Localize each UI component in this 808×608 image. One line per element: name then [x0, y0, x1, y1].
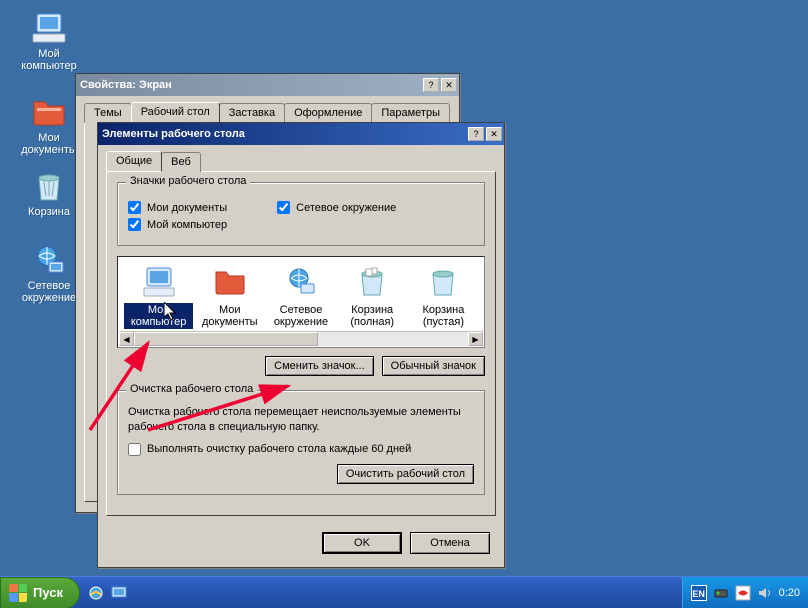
close-button[interactable]: ✕: [486, 127, 502, 141]
tab-themes[interactable]: Темы: [84, 103, 132, 123]
groupbox-cleanup: Очистка рабочего стола Очистка рабочего …: [117, 390, 485, 495]
icon-item-label: Мой компьютер: [124, 303, 193, 329]
checkbox-my-computer[interactable]: [128, 218, 141, 231]
icon-item-recycle-full[interactable]: Корзина (полная): [338, 265, 407, 329]
tab-appearance[interactable]: Оформление: [284, 103, 372, 123]
desktop-icon-label: Мой компьютер: [14, 48, 84, 72]
horizontal-scrollbar[interactable]: ◀ ▶: [119, 331, 483, 346]
help-button[interactable]: ?: [468, 127, 484, 141]
tab-general[interactable]: Общие: [106, 151, 162, 171]
tab-strip: Темы Рабочий стол Заставка Оформление Па…: [76, 96, 459, 122]
cleanup-now-button[interactable]: Очистить рабочий стол: [337, 464, 474, 484]
my-documents-icon: [213, 265, 247, 299]
quick-launch: [80, 583, 135, 603]
checkbox-cleanup-60days[interactable]: [128, 443, 141, 456]
tab-web[interactable]: Веб: [161, 152, 201, 172]
icon-item-label: Корзина (полная): [338, 303, 407, 329]
system-tray: EN 0:20: [682, 577, 808, 608]
scroll-left-button[interactable]: ◀: [119, 332, 134, 346]
checkbox-my-documents[interactable]: [128, 201, 141, 214]
desktop-icon-network[interactable]: Сетевое окружение: [14, 240, 84, 304]
tray-volume-icon[interactable]: [757, 585, 773, 601]
tab-panel: Значки рабочего стола Мои документы Мой …: [106, 171, 496, 516]
group-legend: Очистка рабочего стола: [126, 383, 257, 395]
desktop-icon-label: Мои документы: [14, 132, 84, 156]
checkbox-label[interactable]: Выполнять очистку рабочего стола каждые …: [147, 443, 411, 455]
desktop-icon-recycle[interactable]: Корзина: [14, 166, 84, 218]
scroll-right-button[interactable]: ▶: [468, 332, 483, 346]
cancel-button[interactable]: Отмена: [410, 532, 490, 554]
tab-screensaver[interactable]: Заставка: [219, 103, 285, 123]
start-label: Пуск: [33, 585, 63, 600]
tray-safe-remove-icon[interactable]: [713, 585, 729, 601]
taskbar: Пуск EN 0:20: [0, 576, 808, 608]
checkbox-label[interactable]: Сетевое окружение: [296, 202, 396, 214]
checkbox-network[interactable]: [277, 201, 290, 214]
my-documents-icon: [31, 94, 67, 130]
scroll-track[interactable]: [134, 332, 468, 346]
tray-antivirus-icon[interactable]: [735, 585, 751, 601]
window-title: Свойства: Экран: [80, 79, 421, 91]
icon-item-my-computer[interactable]: Мой компьютер: [124, 265, 193, 329]
help-button[interactable]: ?: [423, 78, 439, 92]
windows-flag-icon: [9, 584, 27, 602]
tab-strip: Общие Веб: [98, 145, 504, 171]
ql-ie-icon[interactable]: [86, 583, 106, 603]
desktop-icon-label: Корзина: [26, 206, 72, 218]
desktop-icon-my-documents[interactable]: Мои документы: [14, 92, 84, 156]
network-icon: [284, 265, 318, 299]
change-icon-button[interactable]: Сменить значок...: [265, 356, 374, 376]
cleanup-description: Очистка рабочего стола перемещает неиспо…: [128, 405, 474, 435]
desktop-icon-label: Сетевое окружение: [14, 280, 84, 304]
start-button[interactable]: Пуск: [0, 577, 80, 608]
group-legend: Значки рабочего стола: [126, 175, 250, 187]
recycle-full-icon: [355, 265, 389, 299]
clock[interactable]: 0:20: [779, 587, 800, 599]
window-desktop-items: Элементы рабочего стола ? ✕ Общие Веб Зн…: [97, 122, 505, 568]
checkbox-label[interactable]: Мои документы: [147, 202, 227, 214]
tab-settings[interactable]: Параметры: [371, 103, 450, 123]
titlebar[interactable]: Свойства: Экран ? ✕: [76, 74, 459, 96]
tray-lang-indicator[interactable]: EN: [691, 585, 707, 601]
icon-item-label: Корзина (пустая): [409, 303, 478, 329]
close-button[interactable]: ✕: [441, 78, 457, 92]
my-computer-icon: [31, 10, 67, 46]
ql-desktop-icon[interactable]: [109, 583, 129, 603]
recycle-bin-icon: [31, 168, 67, 204]
groupbox-desktop-icons: Значки рабочего стола Мои документы Мой …: [117, 182, 485, 246]
default-icon-button[interactable]: Обычный значок: [382, 356, 485, 376]
icon-item-label: Мои документы: [195, 303, 264, 329]
icon-item-my-documents[interactable]: Мои документы: [195, 265, 264, 329]
icon-item-label: Сетевое окружение: [266, 303, 335, 329]
tab-desktop[interactable]: Рабочий стол: [131, 102, 220, 122]
my-computer-icon: [142, 265, 176, 299]
window-title: Элементы рабочего стола: [102, 128, 466, 140]
icon-item-recycle-empty[interactable]: Корзина (пустая): [409, 265, 478, 329]
desktop-icon-my-computer[interactable]: Мой компьютер: [14, 8, 84, 72]
checkbox-label[interactable]: Мой компьютер: [147, 219, 227, 231]
network-icon: [31, 242, 67, 278]
titlebar[interactable]: Элементы рабочего стола ? ✕: [98, 123, 504, 145]
ok-button[interactable]: OK: [322, 532, 402, 554]
scroll-thumb[interactable]: [134, 332, 318, 346]
icon-item-network[interactable]: Сетевое окружение: [266, 265, 335, 329]
recycle-empty-icon: [426, 265, 460, 299]
icon-list: Мой компьютер Мои документы Сетевое окру…: [117, 256, 485, 348]
